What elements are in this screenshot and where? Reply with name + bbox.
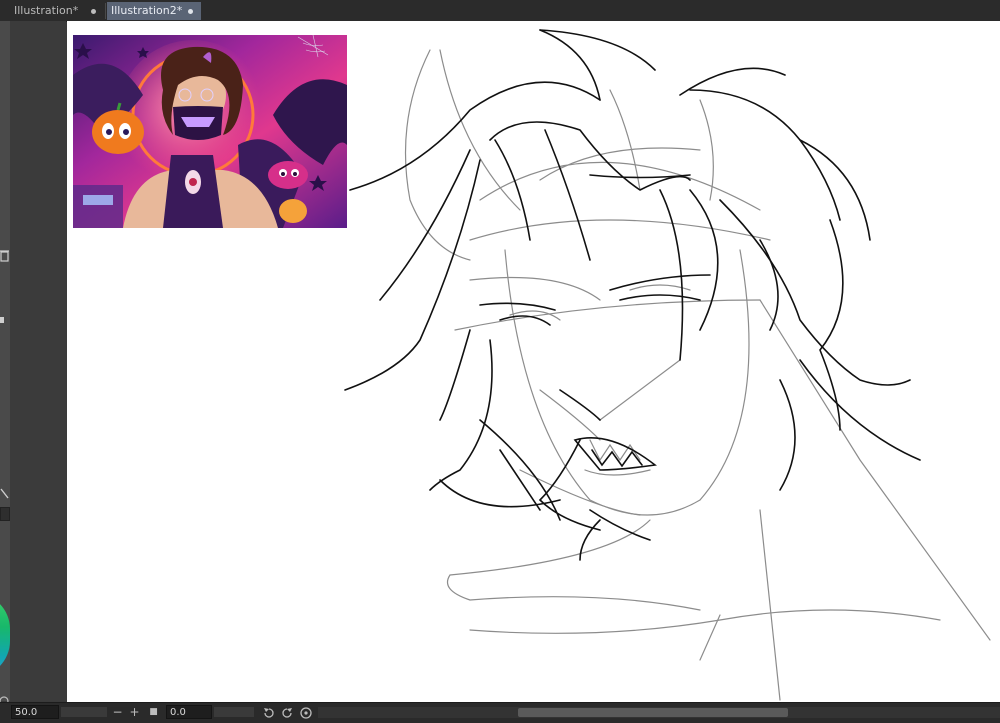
rotate-right-icon[interactable] (280, 706, 294, 720)
scrollbar-thumb[interactable] (518, 708, 788, 717)
document-tab-bar: Illustration* Illustration2* (0, 0, 1000, 22)
tab-divider (105, 3, 106, 19)
zoom-out-button[interactable]: − (110, 705, 125, 720)
zoom-slider[interactable] (61, 707, 107, 717)
reset-rotation-icon[interactable] (299, 706, 313, 720)
eyedropper-icon[interactable] (0, 487, 10, 501)
sketch-strokes (344, 29, 991, 701)
tab-close-icon[interactable] (91, 9, 96, 14)
zoom-field[interactable]: 50.0 (11, 705, 59, 719)
tab-close-icon[interactable] (188, 9, 193, 14)
rotate-left-icon[interactable] (262, 706, 276, 720)
fit-button[interactable]: ■ (146, 705, 161, 720)
tab-label: Illustration2* (111, 4, 183, 17)
color-wheel[interactable] (0, 593, 10, 677)
horizontal-scrollbar[interactable] (318, 707, 1000, 718)
tab-label: Illustration* (14, 4, 79, 17)
rotation-slider[interactable] (214, 707, 254, 717)
status-bar: 50.0 − + ■ 0.0 ◂ (0, 702, 1000, 723)
panel-label-fragment (0, 277, 8, 287)
tab-illustration[interactable]: Illustration* (0, 2, 104, 20)
trash-icon[interactable] (0, 249, 10, 263)
tab-illustration2[interactable]: Illustration2* (107, 2, 201, 20)
dropdown-fragment[interactable] (0, 507, 10, 521)
rotation-field[interactable]: 0.0 (166, 705, 212, 719)
slider-handle-icon[interactable] (0, 313, 10, 327)
canvas-margin (10, 21, 66, 701)
zoom-in-button[interactable]: + (127, 705, 142, 720)
